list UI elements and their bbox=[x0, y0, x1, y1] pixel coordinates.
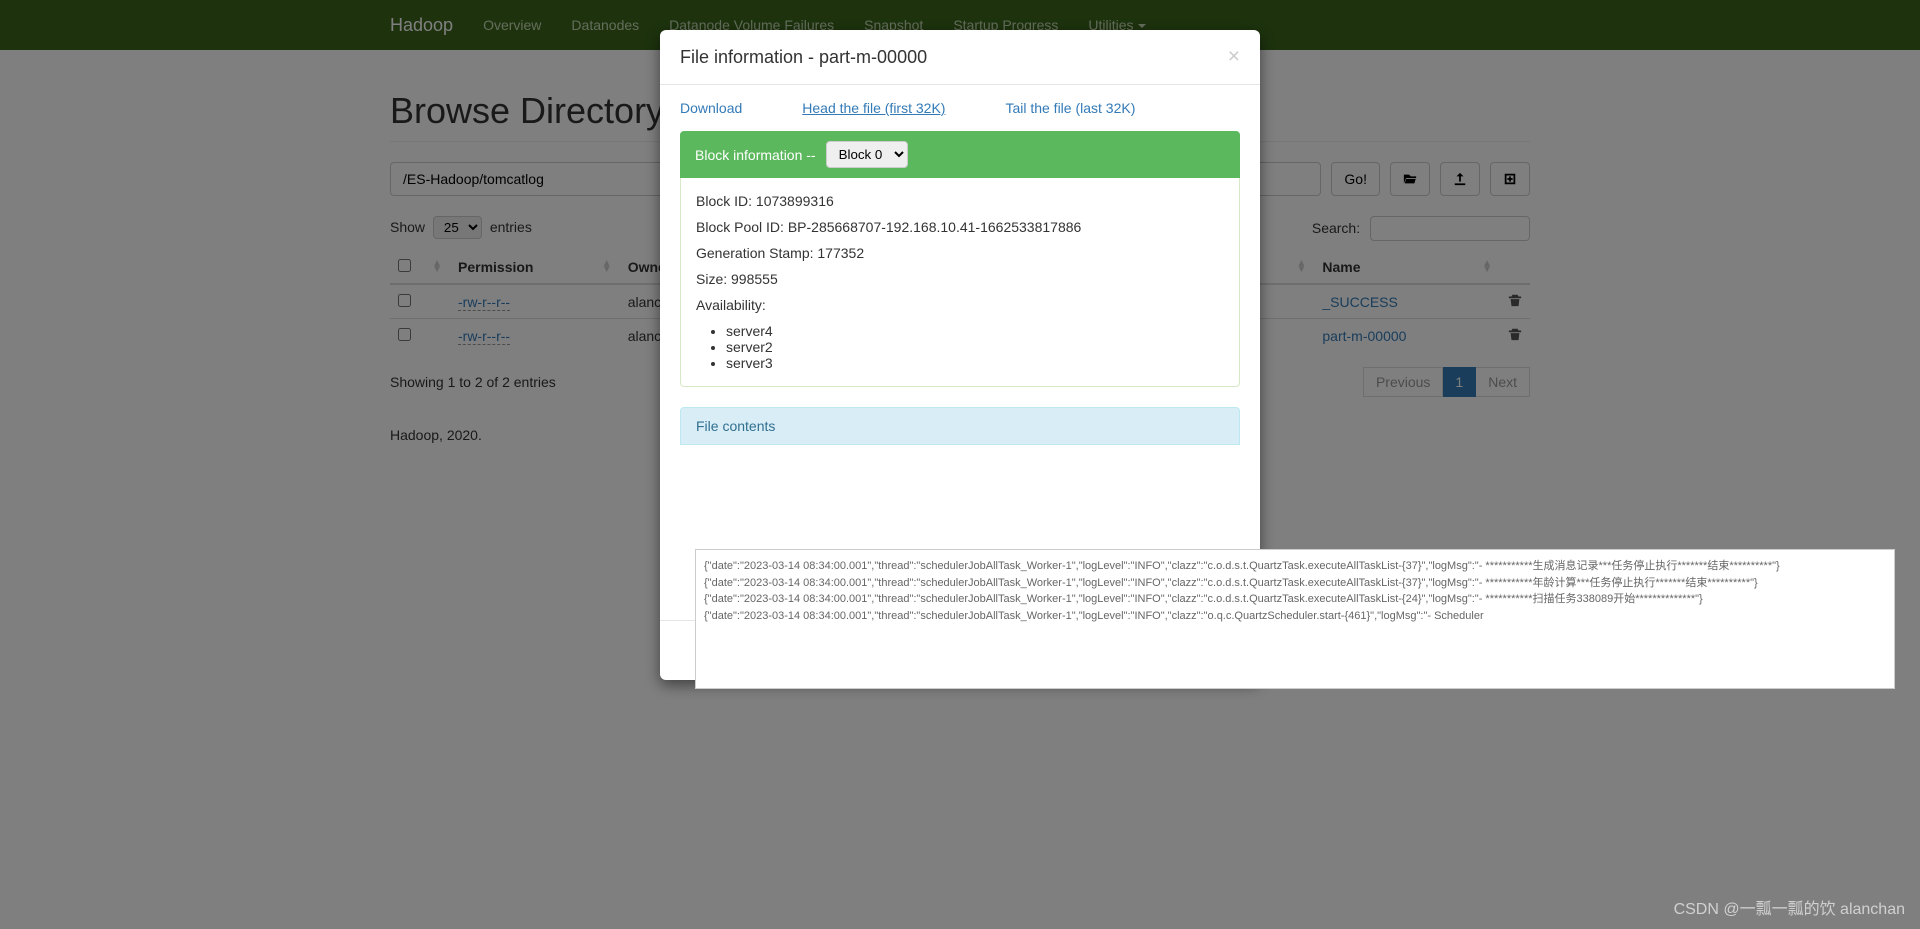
availability-item: server2 bbox=[726, 339, 1224, 355]
availability-label: Availability: bbox=[696, 297, 1224, 313]
block-pool-id: Block Pool ID: BP-285668707-192.168.10.4… bbox=[696, 219, 1224, 235]
block-info-label: Block information -- bbox=[695, 147, 816, 163]
download-link[interactable]: Download bbox=[680, 100, 742, 116]
modal-overlay[interactable]: File information - part-m-00000 × Downlo… bbox=[0, 0, 1920, 929]
file-contents-panel: File contents bbox=[680, 407, 1240, 445]
file-links: Download Head the file (first 32K) Tail … bbox=[680, 100, 1240, 116]
file-contents-header: File contents bbox=[680, 407, 1240, 445]
availability-item: server4 bbox=[726, 323, 1224, 339]
close-icon[interactable]: × bbox=[1228, 45, 1240, 69]
watermark: CSDN @一瓢一瓢的饮 alanchan bbox=[1674, 895, 1905, 919]
modal-title: File information - part-m-00000 bbox=[680, 47, 927, 68]
file-contents-textarea[interactable] bbox=[695, 549, 1895, 689]
availability-item: server3 bbox=[726, 355, 1224, 371]
availability-list: server4 server2 server3 bbox=[726, 323, 1224, 371]
block-id: Block ID: 1073899316 bbox=[696, 193, 1224, 209]
generation-stamp: Generation Stamp: 177352 bbox=[696, 245, 1224, 261]
tail-file-link[interactable]: Tail the file (last 32K) bbox=[1005, 100, 1135, 116]
modal-body: Download Head the file (first 32K) Tail … bbox=[660, 85, 1260, 620]
block-select[interactable]: Block 0 bbox=[826, 141, 908, 168]
block-size: Size: 998555 bbox=[696, 271, 1224, 287]
block-panel-body: Block ID: 1073899316 Block Pool ID: BP-2… bbox=[680, 178, 1240, 387]
block-panel: Block information -- Block 0 Block ID: 1… bbox=[680, 131, 1240, 387]
head-file-link[interactable]: Head the file (first 32K) bbox=[802, 100, 945, 116]
modal-header: File information - part-m-00000 × bbox=[660, 30, 1260, 85]
block-panel-header: Block information -- Block 0 bbox=[680, 131, 1240, 178]
